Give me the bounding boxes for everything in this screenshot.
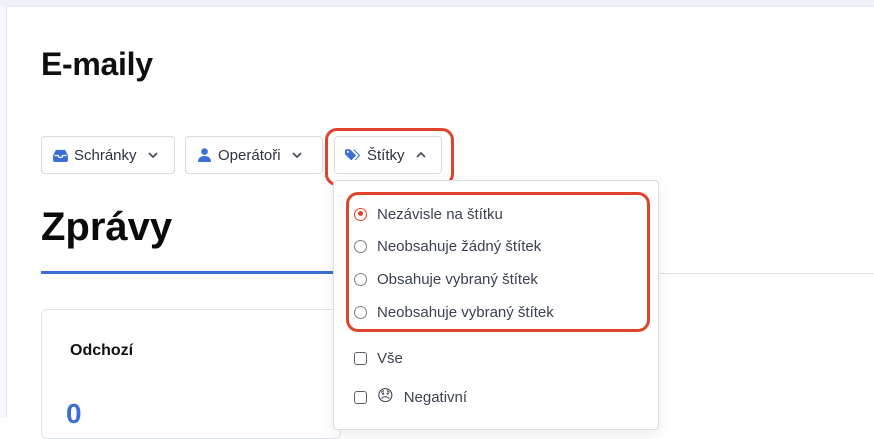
tag-radio-has-selected[interactable]: Obsahuje vybraný štítek <box>354 267 538 291</box>
chevron-down-icon <box>147 149 159 161</box>
tags-icon <box>345 147 361 163</box>
tag-radio-no-tag[interactable]: Neobsahuje žádný štítek <box>354 234 541 258</box>
outgoing-card: Odchozí 0 <box>41 309 341 439</box>
radio-selected[interactable] <box>354 207 367 221</box>
left-sidebar-edge <box>0 6 7 418</box>
tags-filter-label: Štítky <box>367 146 405 164</box>
tag-radio-independent[interactable]: Nezávisle na štítku <box>354 202 503 226</box>
mailboxes-filter-button[interactable]: Schránky <box>41 136 175 174</box>
card-title: Odchozí <box>70 342 134 359</box>
page-title: E-maily <box>41 46 153 82</box>
card-value: 0 <box>66 398 82 429</box>
checkbox[interactable] <box>354 390 367 404</box>
operators-filter-button[interactable]: Operátoři <box>185 136 323 174</box>
tags-filter-button[interactable]: Štítky <box>334 136 442 174</box>
checkbox[interactable] <box>354 351 367 365</box>
chevron-down-icon <box>291 149 303 161</box>
tag-checkbox-label: Vše <box>377 349 403 367</box>
tag-radio-label: Neobsahuje vybraný štítek <box>377 303 554 321</box>
tag-radio-not-has-selected[interactable]: Neobsahuje vybraný štítek <box>354 300 554 324</box>
mailboxes-filter-label: Schránky <box>74 146 137 164</box>
chevron-up-icon <box>415 149 427 161</box>
active-tab-underline <box>41 271 333 274</box>
user-icon <box>196 147 212 163</box>
tag-checkbox-label: Negativní <box>403 388 468 406</box>
radio-unselected[interactable] <box>354 239 367 253</box>
operators-filter-label: Operátoři <box>218 146 281 164</box>
tag-radio-label: Neobsahuje žádný štítek <box>377 237 542 255</box>
tags-dropdown: Nezávisle na štítku Neobsahuje žádný ští… <box>333 180 659 430</box>
inbox-icon <box>52 147 68 163</box>
radio-unselected[interactable] <box>354 305 367 319</box>
radio-unselected[interactable] <box>354 272 367 286</box>
tag-checkbox-negative[interactable]: 😞 Negativní <box>354 385 467 409</box>
tag-radio-label: Obsahuje vybraný štítek <box>377 270 538 288</box>
sad-face-icon: 😞 <box>377 388 394 405</box>
section-title: Zprávy <box>41 205 173 249</box>
tag-radio-label: Nezávisle na štítku <box>377 205 503 223</box>
tag-checkbox-all[interactable]: Vše <box>354 346 403 370</box>
top-bar <box>0 0 874 7</box>
